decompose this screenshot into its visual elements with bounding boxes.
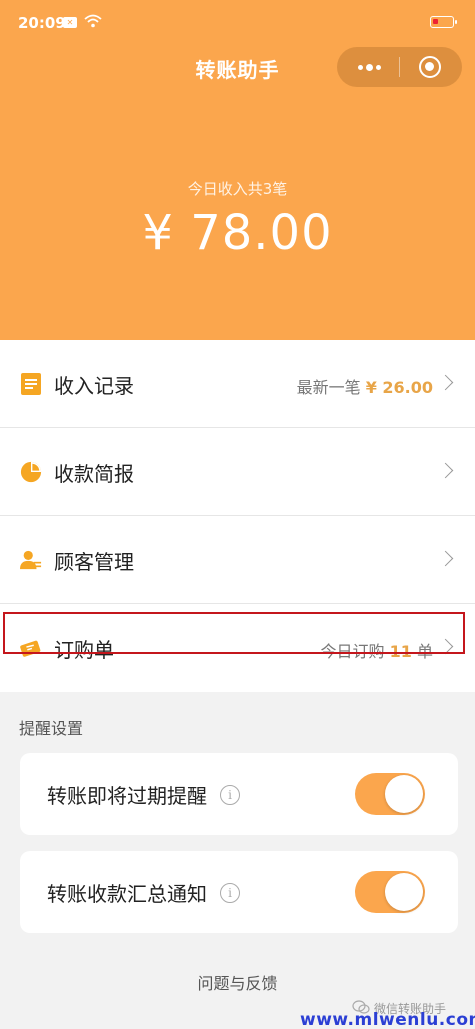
feedback-link[interactable]: 问题与反馈 (0, 970, 475, 994)
status-bar: 20:09 ✕ (0, 0, 475, 40)
menu-item-label: 顾客管理 (54, 550, 134, 574)
status-time: 20:09 (18, 14, 66, 32)
setting-card-expiry-reminder: 转账即将过期提醒 i (20, 753, 458, 835)
header: 20:09 ✕ 转账助手 今日收入共3笔 ¥ 78.00 (0, 0, 475, 340)
setting-card-summary-notice: 转账收款汇总通知 i (20, 851, 458, 933)
setting-label: 转账收款汇总通知 (47, 882, 207, 906)
watermark-url: www.mlwenlu.com (300, 1010, 475, 1029)
menu-item-customer-management[interactable]: 顾客管理 (0, 516, 475, 604)
menu-item-payment-report[interactable]: 收款简报 (0, 428, 475, 516)
toggle-knob (385, 873, 423, 911)
chevron-right-icon (437, 462, 454, 479)
mini-program-capsule (337, 47, 462, 87)
notification-badge-icon: ✕ (63, 17, 77, 28)
more-dot-icon (366, 64, 373, 71)
pie-chart-icon (20, 461, 42, 483)
section-title: 提醒设置 (19, 719, 84, 738)
menu-item-label: 收款简报 (54, 462, 134, 486)
latest-income-label: 最新一笔 (296, 378, 361, 397)
more-dot-icon (376, 65, 381, 70)
income-caption: 今日收入共3笔 (187, 180, 288, 198)
toggle-knob (385, 775, 423, 813)
battery-icon (430, 16, 457, 28)
setting-label: 转账即将过期提醒 (47, 784, 207, 808)
summary-notice-toggle[interactable] (355, 871, 425, 913)
income-amount: ¥ 78.00 (142, 205, 333, 261)
capsule-divider (399, 57, 400, 77)
more-button[interactable] (337, 47, 399, 87)
close-mini-program-icon[interactable] (419, 56, 441, 78)
menu-item-label: 收入记录 (54, 374, 134, 398)
customer-icon (20, 550, 42, 570)
more-dot-icon (358, 65, 363, 70)
wifi-icon (84, 14, 102, 28)
info-icon[interactable]: i (220, 883, 240, 903)
menu-item-income-records[interactable]: 收入记录 最新一笔 ¥ 26.00 (0, 340, 475, 428)
info-icon[interactable]: i (220, 785, 240, 805)
highlight-box (3, 612, 465, 654)
chevron-right-icon (437, 550, 454, 567)
latest-income-value: ¥ 26.00 (365, 378, 433, 397)
latest-income: 最新一笔 ¥ 26.00 (297, 374, 433, 398)
document-icon (21, 373, 41, 395)
chevron-right-icon (437, 374, 454, 391)
expiry-reminder-toggle[interactable] (355, 773, 425, 815)
